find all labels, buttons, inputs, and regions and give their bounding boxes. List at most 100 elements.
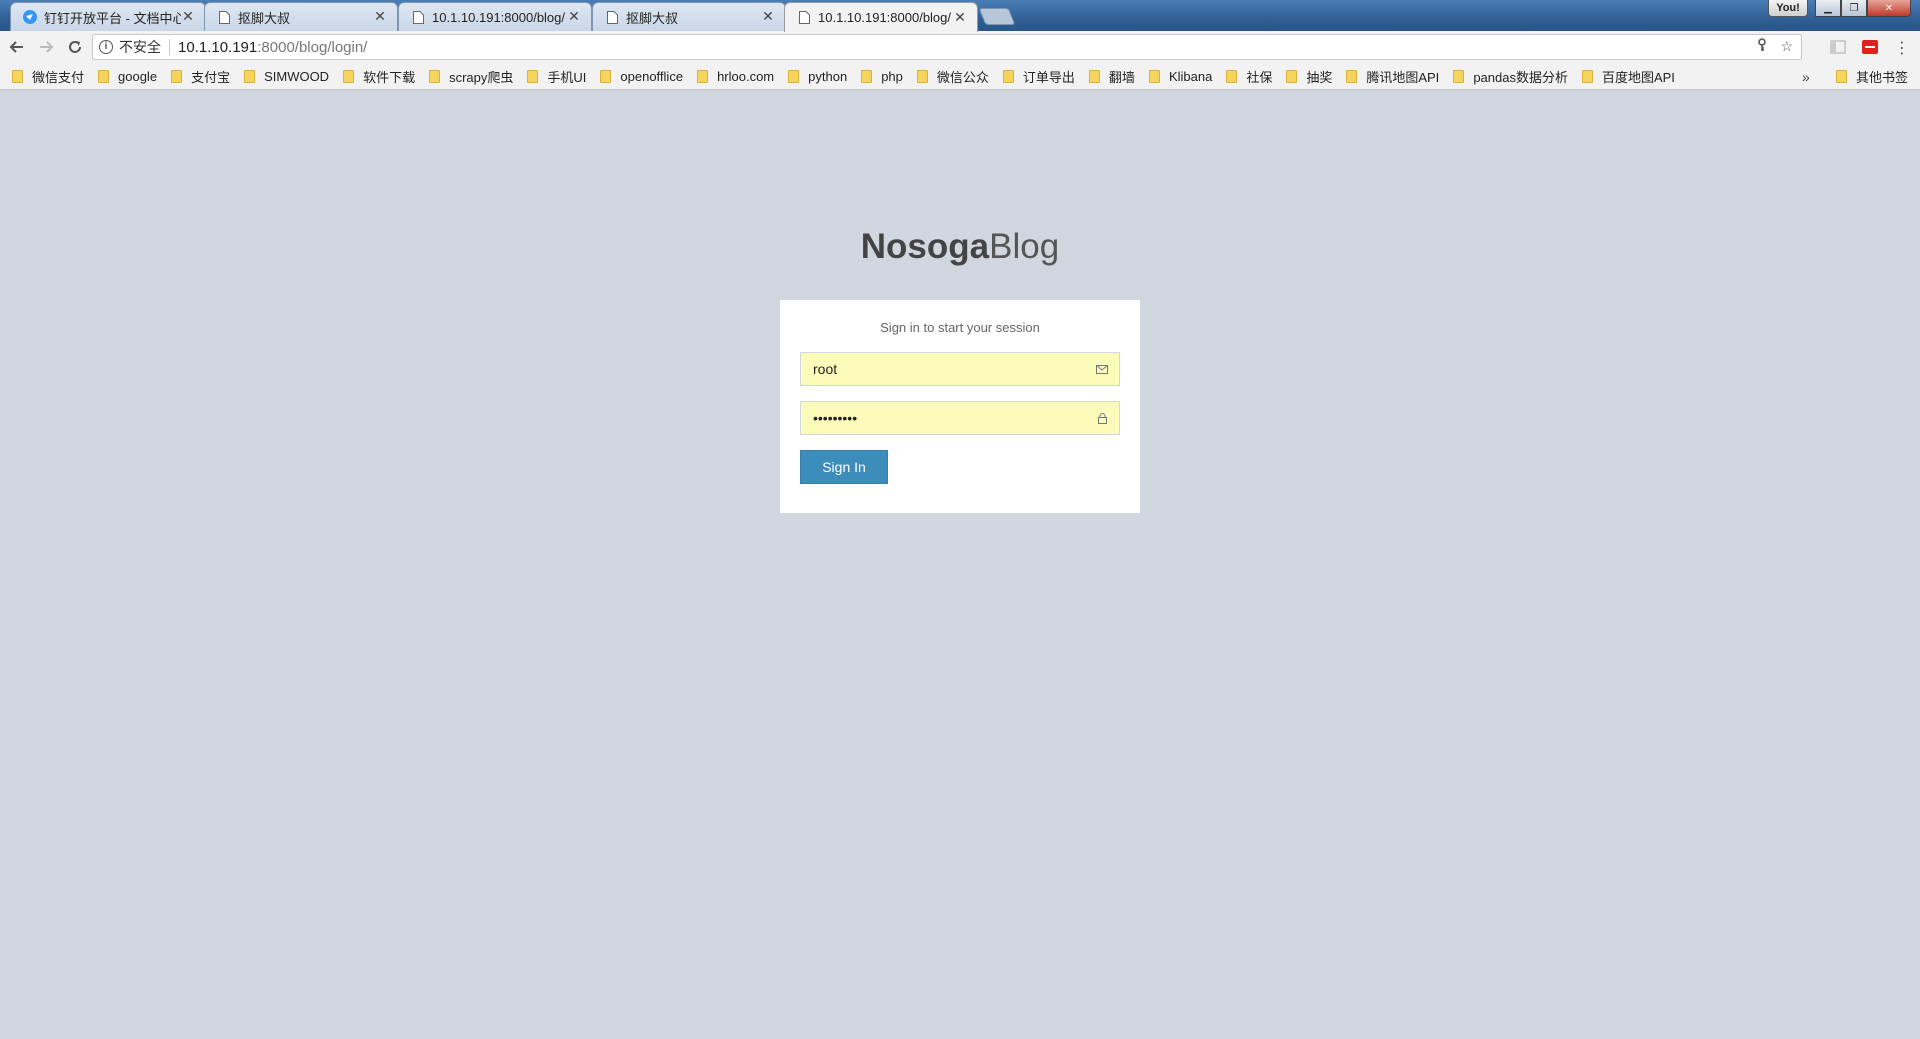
logo-bold: Nosoga [860,227,990,266]
key-icon[interactable] [1756,38,1768,55]
bookmark-label: pandas数据分析 [1473,69,1568,85]
folder-icon [1148,69,1160,83]
window-controls: ▁ ❐ ✕ [1815,0,1911,17]
address-bar[interactable]: i 不安全 10.1.10.191 :8000/blog/login/ ☆ [92,34,1802,60]
restore-icon[interactable]: ❐ [1841,0,1867,17]
folder-icon [1002,69,1014,83]
folder-icon [916,69,928,83]
folder-icon [1581,69,1593,83]
page-content: NosogaBlog Sign in to start your session… [0,90,1920,1039]
bookmark-label: 翻墙 [1108,69,1135,85]
forward-arrow-icon[interactable] [34,35,58,59]
bookmark-label: 微信支付 [32,69,85,85]
envelope-icon [1095,362,1109,376]
browser-tab[interactable]: 钉钉开放平台 - 文档中心 ✕ [10,2,206,31]
star-icon[interactable]: ☆ [1780,38,1793,55]
bookmark-label: 订单导出 [1022,69,1075,85]
new-tab-button[interactable] [978,8,1016,25]
close-icon[interactable]: ✕ [181,9,195,25]
bookmark-folder[interactable]: 抽奖 [1286,67,1332,86]
folder-icon [697,69,709,83]
tab-title: 抠脚大叔 [626,10,679,26]
folder-icon [1453,69,1465,83]
bookmark-folder[interactable]: 手机UI [527,67,586,86]
bookmark-folder[interactable]: Klibana [1148,69,1212,84]
folder-icon [1836,70,1847,83]
folder-icon [12,69,23,83]
bookmark-label: 社保 [1246,69,1273,85]
bookmark-folder[interactable]: scrapy爬虫 [429,67,513,86]
bookmark-folder[interactable]: php [861,69,903,84]
logo-light: Blog [989,227,1060,266]
browser-tab[interactable]: 10.1.10.191:8000/blog/ ✕ [398,2,592,31]
url-path: :8000/blog/login/ [257,38,368,56]
minimize-icon[interactable]: ▁ [1815,0,1841,17]
bookmark-folder[interactable]: 支付宝 [171,67,230,86]
security-label[interactable]: 不安全 [119,37,161,57]
extension-icon[interactable] [1828,37,1848,57]
browser-tab[interactable]: 抠脚大叔 ✕ [204,2,398,31]
window-close-icon[interactable]: ✕ [1867,0,1911,17]
close-icon[interactable]: ✕ [567,9,581,25]
profile-button[interactable]: You! [1768,0,1808,17]
bookmark-label: SIMWOOD [264,68,330,84]
tab-title: 抠脚大叔 [238,10,291,26]
folder-icon [527,69,539,83]
bookmark-folder[interactable]: openofflice [600,69,683,84]
bookmark-folder[interactable]: 订单导出 [1002,67,1075,86]
divider [169,39,170,55]
folder-icon [1226,69,1238,83]
page-icon [217,10,231,24]
folder-icon [429,69,441,83]
bookmark-label: 腾讯地图API [1366,69,1440,85]
bookmark-folder[interactable]: 微信支付 [12,67,84,86]
lock-icon [1095,411,1109,425]
bookmark-label: 软件下载 [363,69,416,85]
site-logo[interactable]: NosogaBlog [0,227,1920,267]
page-icon [605,10,619,24]
other-bookmarks[interactable]: 其他书签 [1836,63,1908,90]
folder-icon [1346,69,1358,83]
bookmark-label: hrloo.com [717,68,775,84]
bookmark-folder[interactable]: hrloo.com [697,69,774,84]
url-host: 10.1.10.191 [178,38,258,56]
sign-in-button[interactable]: Sign In [800,450,888,484]
password-input[interactable] [801,402,1119,434]
address-bar-actions: ☆ [1756,38,1793,55]
bookmark-folder[interactable]: 微信公众 [916,67,989,86]
bookmarks-overflow-icon[interactable]: » [1802,69,1810,85]
username-input[interactable] [801,353,1119,385]
bookmark-folder[interactable]: 软件下载 [343,67,415,86]
extension-red-icon[interactable] [1860,37,1880,57]
login-box: Sign in to start your session Sign In [780,300,1140,513]
browser-tab[interactable]: 抠脚大叔 ✕ [592,2,786,31]
password-field-group [800,401,1120,435]
bookmark-folder[interactable]: 腾讯地图API [1346,67,1439,86]
folder-icon [244,69,256,83]
bookmark-folder[interactable]: pandas数据分析 [1453,67,1568,86]
folder-icon [861,69,873,83]
menu-icon[interactable]: ⋮ [1892,37,1912,57]
bookmark-folder[interactable]: SIMWOOD [244,69,329,84]
close-icon[interactable]: ✕ [373,9,387,25]
folder-icon [171,69,183,83]
back-arrow-icon[interactable] [5,35,29,59]
username-field-group [800,352,1120,386]
info-icon[interactable]: i [99,40,113,54]
browser-tab-active[interactable]: 10.1.10.191:8000/blog/ ✕ [784,2,978,32]
reload-icon[interactable] [63,35,87,59]
page-icon [797,11,811,25]
tab-strip: 钉钉开放平台 - 文档中心 ✕ 抠脚大叔 ✕ 10.1.10.191:8000/… [0,0,1920,32]
bookmark-folder[interactable]: python [788,69,847,84]
close-icon[interactable]: ✕ [761,9,775,25]
bookmark-folder[interactable]: 翻墙 [1088,67,1135,86]
bookmark-label: 支付宝 [191,69,231,85]
close-icon[interactable]: ✕ [953,10,967,26]
bookmark-folder[interactable]: google [98,69,157,84]
bookmark-folder[interactable]: 百度地图API [1581,67,1675,86]
bookmark-folder[interactable]: 社保 [1226,67,1272,86]
folder-icon [343,69,355,83]
bookmark-label: 微信公众 [936,69,989,85]
bookmarks-bar: 微信支付 google 支付宝 SIMWOOD 软件下载 scrapy爬虫 手机… [0,63,1920,90]
folder-icon [98,69,110,83]
